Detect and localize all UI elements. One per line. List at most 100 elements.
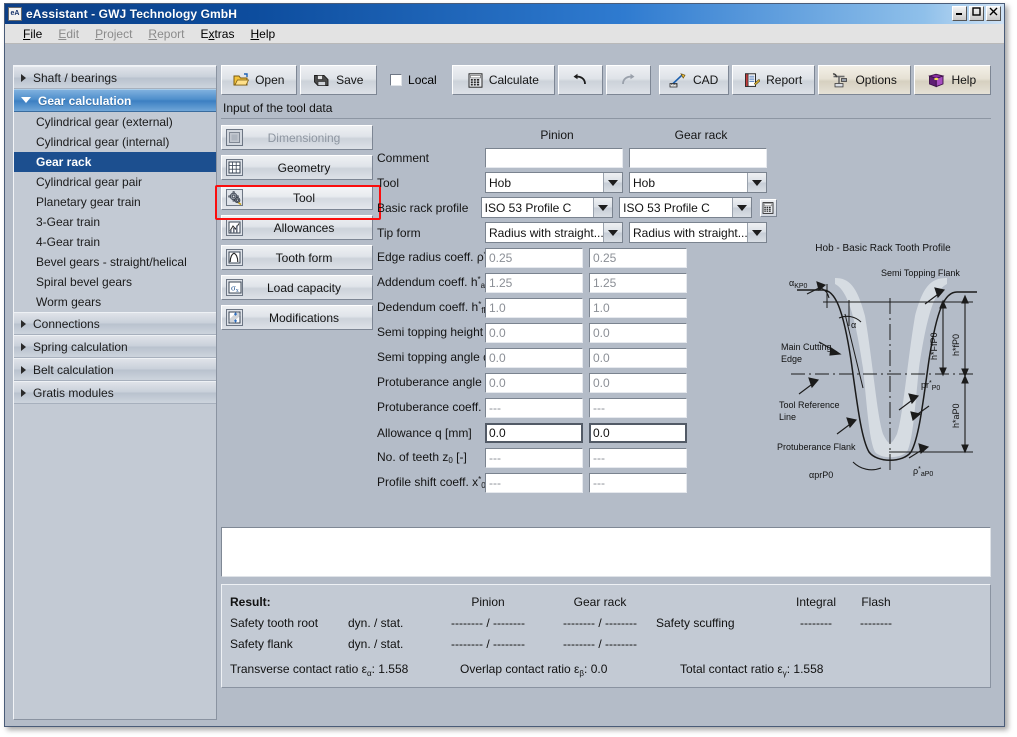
result-panel: Result: Pinion Gear rack Integral Flash … [221, 584, 991, 688]
edge-radius-coeff-rack-input[interactable]: 0.25 [589, 248, 687, 268]
dedendum-coeff-pinion-input[interactable]: 1.0 [485, 298, 583, 318]
sidebar-item-3-gear-train[interactable]: 3-Gear train [14, 212, 216, 232]
svg-text:Edge: Edge [781, 354, 802, 364]
basic-rack-profile-pinion-select[interactable]: ISO 53 Profile C [481, 197, 614, 218]
semi-topping-height-rack-input[interactable]: 0.0 [589, 323, 687, 343]
dedendum-coeff-rack-input[interactable]: 1.0 [589, 298, 687, 318]
tool-pinion-select[interactable]: Hob [485, 172, 623, 193]
semi-topping-angle-rack-input[interactable]: 0.0 [589, 348, 687, 368]
basic-rack-profile-rack-select[interactable]: ISO 53 Profile C [619, 197, 752, 218]
tool-pinion-value: Hob [486, 173, 603, 192]
sidebar-item-spiral-bevel-gears[interactable]: Spiral bevel gears [14, 272, 216, 292]
allowance-q-pinion-input[interactable]: 0.0 [485, 423, 583, 443]
notes-output-box[interactable] [221, 527, 991, 577]
save-button[interactable]: Save [300, 65, 377, 95]
tip-form-pinion-select[interactable]: Radius with straight... [485, 222, 623, 243]
protuberance-angle-rack-input[interactable]: 0.0 [589, 373, 687, 393]
profile-shift-coeff-rack-input[interactable]: --- [589, 473, 687, 493]
tab-geometry[interactable]: Geometry [221, 155, 373, 180]
sidebar-item-worm-gears[interactable]: Worm gears [14, 292, 216, 312]
label-no-of-teeth: No. of teeth z0 [-] [377, 450, 485, 465]
semi-topping-angle-pinion-input[interactable]: 0.0 [485, 348, 583, 368]
menu-extras[interactable]: Extras [200, 27, 234, 41]
options-button-label: Options [855, 73, 896, 87]
calculate-button[interactable]: Calculate [452, 65, 555, 95]
chevron-down-icon[interactable] [593, 198, 612, 217]
comment-rack-input[interactable] [629, 148, 767, 168]
checkbox-box[interactable] [390, 74, 402, 86]
sidebar-item-bevel-gears[interactable]: Bevel gears - straight/helical [14, 252, 216, 272]
tab-allowances[interactable]: Allowances [221, 215, 373, 240]
sidebar-group-shaft-bearings[interactable]: Shaft / bearings [14, 66, 216, 89]
sidebar-item-gear-rack[interactable]: Gear rack [14, 152, 216, 172]
transverse-contact-ratio-label: Transverse contact ratio ε [230, 662, 367, 676]
result-row-safety-tooth-root: Safety tooth root dyn. / stat. -------- … [230, 612, 982, 633]
tab-load-capacity[interactable]: σx Load capacity [221, 275, 373, 300]
sidebar-group-connections[interactable]: Connections [14, 312, 216, 335]
sidebar-group-belt-calculation[interactable]: Belt calculation [14, 358, 216, 381]
menu-project[interactable]: Project [95, 27, 132, 41]
title-bar: eA eAssistant - GWJ Technology GmbH [5, 4, 1004, 24]
chevron-down-icon[interactable] [747, 223, 766, 242]
no-of-teeth-rack-input[interactable]: --- [589, 448, 687, 468]
label-h-ap0: h*aP0 [951, 403, 961, 428]
minimize-button[interactable] [952, 6, 967, 21]
tip-form-rack-select[interactable]: Radius with straight... [629, 222, 767, 243]
maximize-button[interactable] [969, 6, 984, 21]
sidebar-group-spring-calculation[interactable]: Spring calculation [14, 335, 216, 358]
report-button[interactable]: Report [732, 65, 815, 95]
form-row-edge-radius-coeff: Edge radius coeff. ρ*aP0 [-] 0.25 0.25 [377, 245, 777, 270]
sidebar-group-gear-calculation[interactable]: Gear calculation [14, 89, 216, 112]
chevron-down-icon[interactable] [732, 198, 751, 217]
addendum-coeff-rack-input[interactable]: 1.25 [589, 273, 687, 293]
form-row-basic-rack-profile: Basic rack profile ISO 53 Profile C ISO … [377, 195, 777, 220]
allowance-q-rack-input[interactable]: 0.0 [589, 423, 687, 443]
tab-tool[interactable]: Tool [221, 185, 373, 210]
close-button[interactable] [986, 6, 1001, 21]
sidebar-item-planetary-gear-train[interactable]: Planetary gear train [14, 192, 216, 212]
tab-tooth-form[interactable]: Tooth form [221, 245, 373, 270]
local-checkbox[interactable]: Local [380, 65, 449, 95]
protuberance-angle-pinion-input[interactable]: 0.0 [485, 373, 583, 393]
label-addendum-coeff: Addendum coeff. h*aP0 [-] [377, 275, 485, 290]
edge-radius-coeff-pinion-input[interactable]: 0.25 [485, 248, 583, 268]
chevron-down-icon[interactable] [603, 173, 622, 192]
sidebar-group-gratis-modules[interactable]: Gratis modules [14, 381, 216, 404]
sidebar-item-cylindrical-gear-external[interactable]: Cylindrical gear (external) [14, 112, 216, 132]
sidebar-item-cylindrical-gear-pair[interactable]: Cylindrical gear pair [14, 172, 216, 192]
redo-button[interactable] [606, 65, 651, 95]
cad-button[interactable]: CAD [659, 65, 729, 95]
no-of-teeth-pinion-input[interactable]: --- [485, 448, 583, 468]
menu-report[interactable]: Report [148, 27, 184, 41]
basic-rack-profile-calculator-button[interactable] [760, 199, 777, 217]
sidebar-item-cylindrical-gear-internal[interactable]: Cylindrical gear (internal) [14, 132, 216, 152]
options-button[interactable]: Options [818, 65, 911, 95]
menu-edit[interactable]: Edit [58, 27, 79, 41]
open-button[interactable]: Open [221, 65, 297, 95]
profile-shift-coeff-pinion-input[interactable]: --- [485, 473, 583, 493]
protuberance-coeff-rack-input[interactable]: --- [589, 398, 687, 418]
sidebar-item-label: Planetary gear train [36, 195, 141, 209]
protuberance-coeff-pinion-input[interactable]: --- [485, 398, 583, 418]
tool-rack-select[interactable]: Hob [629, 172, 767, 193]
sidebar-item-label: Cylindrical gear (internal) [36, 135, 169, 149]
tab-modifications[interactable]: Modifications [221, 305, 373, 330]
transverse-contact-ratio-value: 1.558 [378, 662, 408, 676]
result-mode-safety-tooth-root: dyn. / stat. [348, 616, 432, 630]
menu-file[interactable]: File [23, 27, 42, 41]
chevron-down-icon[interactable] [747, 173, 766, 192]
menu-help[interactable]: Help [250, 27, 275, 41]
chevron-down-icon[interactable] [603, 223, 622, 242]
label-semi-topping-height: Semi topping height h*FfP0 [-] [377, 325, 485, 340]
undo-button[interactable] [558, 65, 603, 95]
semi-topping-height-pinion-input[interactable]: 0.0 [485, 323, 583, 343]
sidebar-item-4-gear-train[interactable]: 4-Gear train [14, 232, 216, 252]
addendum-coeff-pinion-input[interactable]: 1.25 [485, 273, 583, 293]
window-title: eAssistant - GWJ Technology GmbH [26, 7, 237, 21]
tab-dimensioning[interactable]: Dimensioning [221, 125, 373, 150]
comment-pinion-input[interactable] [485, 148, 623, 168]
sidebar-item-label: Cylindrical gear (external) [36, 115, 173, 129]
toolbar: Open Save Local [221, 65, 991, 95]
result-col-integral: Integral [786, 595, 846, 609]
help-button[interactable]: Help [914, 65, 991, 95]
